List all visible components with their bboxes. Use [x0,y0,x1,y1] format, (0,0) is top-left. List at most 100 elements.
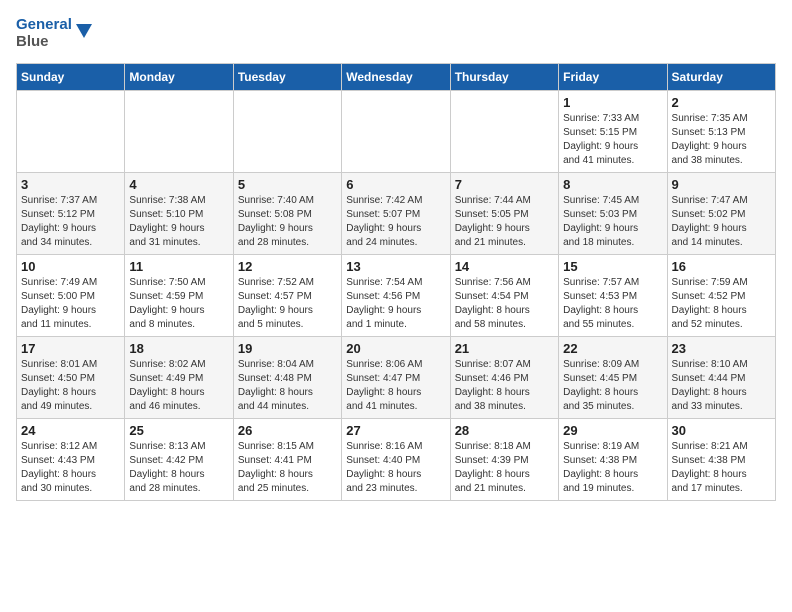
day-number: 22 [563,341,662,356]
day-number: 3 [21,177,120,192]
col-header-thursday: Thursday [450,63,558,90]
day-number: 24 [21,423,120,438]
calendar-cell: 15 Sunrise: 7:57 AMSunset: 4:53 PMDayligh… [559,254,667,336]
calendar-cell: 10 Sunrise: 7:49 AMSunset: 5:00 PMDayligh… [17,254,125,336]
day-info: Sunrise: 8:13 AMSunset: 4:42 PMDaylight:… [129,440,228,496]
calendar-cell: 16 Sunrise: 7:59 AMSunset: 4:52 PMDayligh… [667,254,775,336]
calendar-cell: 6 Sunrise: 7:42 AMSunset: 5:07 PMDaylight… [342,172,450,254]
day-info: Sunrise: 7:50 AMSunset: 4:59 PMDaylight:… [129,276,228,332]
day-info: Sunrise: 7:52 AMSunset: 4:57 PMDaylight:… [238,276,337,332]
day-info: Sunrise: 8:19 AMSunset: 4:38 PMDaylight:… [563,440,662,496]
calendar-cell: 3 Sunrise: 7:37 AMSunset: 5:12 PMDaylight… [17,172,125,254]
calendar-cell: 19 Sunrise: 8:04 AMSunset: 4:48 PMDayligh… [233,336,341,418]
day-number: 4 [129,177,228,192]
calendar-cell: 26 Sunrise: 8:15 AMSunset: 4:41 PMDayligh… [233,418,341,500]
day-number: 20 [346,341,445,356]
day-number: 19 [238,341,337,356]
day-info: Sunrise: 7:38 AMSunset: 5:10 PMDaylight:… [129,194,228,250]
day-number: 1 [563,95,662,110]
day-number: 11 [129,259,228,274]
calendar-cell: 7 Sunrise: 7:44 AMSunset: 5:05 PMDaylight… [450,172,558,254]
day-info: Sunrise: 8:04 AMSunset: 4:48 PMDaylight:… [238,358,337,414]
calendar-cell: 13 Sunrise: 7:54 AMSunset: 4:56 PMDayligh… [342,254,450,336]
calendar-cell: 29 Sunrise: 8:19 AMSunset: 4:38 PMDayligh… [559,418,667,500]
calendar-cell [125,90,233,172]
calendar-cell: 4 Sunrise: 7:38 AMSunset: 5:10 PMDaylight… [125,172,233,254]
logo-blue: Blue [16,33,49,50]
day-number: 16 [672,259,771,274]
calendar-cell: 1 Sunrise: 7:33 AMSunset: 5:15 PMDaylight… [559,90,667,172]
day-info: Sunrise: 8:10 AMSunset: 4:44 PMDaylight:… [672,358,771,414]
day-number: 28 [455,423,554,438]
day-info: Sunrise: 7:54 AMSunset: 4:56 PMDaylight:… [346,276,445,332]
day-info: Sunrise: 7:40 AMSunset: 5:08 PMDaylight:… [238,194,337,250]
calendar-cell: 14 Sunrise: 7:56 AMSunset: 4:54 PMDayligh… [450,254,558,336]
day-info: Sunrise: 7:49 AMSunset: 5:00 PMDaylight:… [21,276,120,332]
day-info: Sunrise: 8:07 AMSunset: 4:46 PMDaylight:… [455,358,554,414]
day-number: 7 [455,177,554,192]
day-number: 6 [346,177,445,192]
calendar-cell: 24 Sunrise: 8:12 AMSunset: 4:43 PMDayligh… [17,418,125,500]
col-header-monday: Monday [125,63,233,90]
day-number: 27 [346,423,445,438]
day-number: 30 [672,423,771,438]
calendar-cell: 18 Sunrise: 8:02 AMSunset: 4:49 PMDayligh… [125,336,233,418]
day-info: Sunrise: 8:12 AMSunset: 4:43 PMDaylight:… [21,440,120,496]
calendar-cell: 8Sunrise: 7:45 AMSunset: 5:03 PMDaylight… [559,172,667,254]
col-header-tuesday: Tuesday [233,63,341,90]
calendar-cell: 9 Sunrise: 7:47 AMSunset: 5:02 PMDaylight… [667,172,775,254]
calendar-cell: 30 Sunrise: 8:21 AMSunset: 4:38 PMDayligh… [667,418,775,500]
day-number: 9 [672,177,771,192]
day-number: 15 [563,259,662,274]
day-number: 12 [238,259,337,274]
day-number: 26 [238,423,337,438]
calendar-cell: 28 Sunrise: 8:18 AMSunset: 4:39 PMDayligh… [450,418,558,500]
calendar-table: SundayMondayTuesdayWednesdayThursdayFrid… [16,63,776,501]
day-number: 13 [346,259,445,274]
day-info: Sunrise: 7:57 AMSunset: 4:53 PMDaylight:… [563,276,662,332]
day-info: Sunrise: 8:15 AMSunset: 4:41 PMDaylight:… [238,440,337,496]
calendar-cell: 21Sunrise: 8:07 AMSunset: 4:46 PMDayligh… [450,336,558,418]
day-info: Sunrise: 8:21 AMSunset: 4:38 PMDaylight:… [672,440,771,496]
day-info: Sunrise: 7:44 AMSunset: 5:05 PMDaylight:… [455,194,554,250]
calendar-cell: 5Sunrise: 7:40 AMSunset: 5:08 PMDaylight… [233,172,341,254]
day-info: Sunrise: 7:35 AMSunset: 5:13 PMDaylight:… [672,112,771,168]
day-info: Sunrise: 7:37 AMSunset: 5:12 PMDaylight:… [21,194,120,250]
day-number: 2 [672,95,771,110]
day-info: Sunrise: 7:56 AMSunset: 4:54 PMDaylight:… [455,276,554,332]
day-number: 14 [455,259,554,274]
calendar-cell: 25 Sunrise: 8:13 AMSunset: 4:42 PMDayligh… [125,418,233,500]
logo: General Blue [16,16,92,51]
col-header-saturday: Saturday [667,63,775,90]
day-info: Sunrise: 7:42 AMSunset: 5:07 PMDaylight:… [346,194,445,250]
day-number: 10 [21,259,120,274]
day-info: Sunrise: 8:06 AMSunset: 4:47 PMDaylight:… [346,358,445,414]
calendar-cell: 12 Sunrise: 7:52 AMSunset: 4:57 PMDayligh… [233,254,341,336]
day-number: 29 [563,423,662,438]
day-info: Sunrise: 7:33 AMSunset: 5:15 PMDaylight:… [563,112,662,168]
col-header-sunday: Sunday [17,63,125,90]
day-number: 25 [129,423,228,438]
logo-chevron [74,22,92,40]
col-header-wednesday: Wednesday [342,63,450,90]
day-info: Sunrise: 8:09 AMSunset: 4:45 PMDaylight:… [563,358,662,414]
calendar-cell: 11 Sunrise: 7:50 AMSunset: 4:59 PMDayligh… [125,254,233,336]
col-header-friday: Friday [559,63,667,90]
calendar-cell: 22 Sunrise: 8:09 AMSunset: 4:45 PMDayligh… [559,336,667,418]
calendar-cell [342,90,450,172]
day-info: Sunrise: 7:47 AMSunset: 5:02 PMDaylight:… [672,194,771,250]
calendar-cell [450,90,558,172]
calendar-cell [17,90,125,172]
logo-general: General [16,16,72,33]
day-info: Sunrise: 8:02 AMSunset: 4:49 PMDaylight:… [129,358,228,414]
day-number: 23 [672,341,771,356]
calendar-cell: 20 Sunrise: 8:06 AMSunset: 4:47 PMDayligh… [342,336,450,418]
calendar-cell [233,90,341,172]
day-number: 17 [21,341,120,356]
day-info: Sunrise: 8:18 AMSunset: 4:39 PMDaylight:… [455,440,554,496]
day-info: Sunrise: 8:16 AMSunset: 4:40 PMDaylight:… [346,440,445,496]
calendar-cell: 17 Sunrise: 8:01 AMSunset: 4:50 PMDayligh… [17,336,125,418]
day-info: Sunrise: 7:59 AMSunset: 4:52 PMDaylight:… [672,276,771,332]
day-info: Sunrise: 8:01 AMSunset: 4:50 PMDaylight:… [21,358,120,414]
day-number: 18 [129,341,228,356]
